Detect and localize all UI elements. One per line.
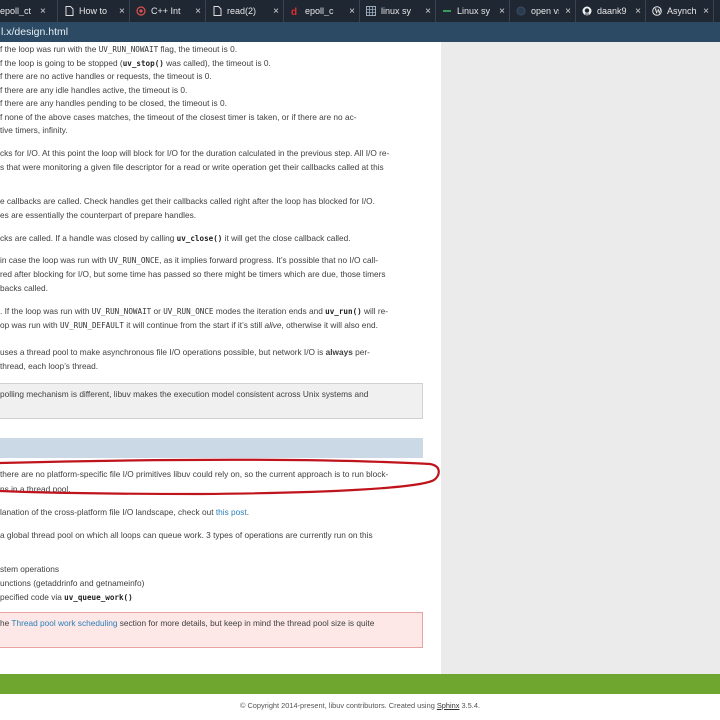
tab-how-to[interactable]: How to × xyxy=(58,0,130,22)
dash-icon xyxy=(442,6,452,16)
list-item: pecified code via uv_queue_work() xyxy=(0,592,133,602)
tab-cpp-int[interactable]: C++ Int × xyxy=(130,0,206,22)
text-line: ns in a thread pool. xyxy=(0,484,71,494)
text-line: e callbacks are called. Check handles ge… xyxy=(0,196,375,206)
svg-text:W: W xyxy=(654,8,661,16)
tab-asynchr[interactable]: W Asynchr × xyxy=(646,0,714,22)
text-line: lanation of the cross-platform file I/O … xyxy=(0,507,250,517)
tab-label: C++ Int xyxy=(151,6,181,16)
github-icon xyxy=(582,6,592,16)
address-bar[interactable]: l.x/design.html xyxy=(0,22,720,42)
text-line: f none of the above cases matches, the t… xyxy=(0,111,357,122)
globe-icon xyxy=(516,6,526,16)
thread-pool-scheduling-link[interactable]: Thread pool work scheduling xyxy=(11,618,117,628)
grid-icon xyxy=(366,6,376,16)
uv-close-code: uv_close() xyxy=(176,234,223,243)
tab-epoll-ctl-2[interactable]: d epoll_c × xyxy=(284,0,360,22)
text-line: a global thread pool on which all loops … xyxy=(0,530,373,540)
text-line: red after blocking for I/O, but some tim… xyxy=(0,269,386,279)
text-line: there are no platform-specific file I/O … xyxy=(0,469,389,479)
tab-read-2[interactable]: read(2) × xyxy=(206,0,284,22)
close-icon[interactable]: × xyxy=(703,6,709,17)
text-line: s that were monitoring a given file desc… xyxy=(0,162,384,172)
tab-label: epoll_ct xyxy=(0,6,32,16)
tab-label: Linux sy xyxy=(457,6,491,16)
uv-stop-code: uv_stop() xyxy=(122,58,164,68)
close-icon[interactable]: × xyxy=(40,6,46,17)
text-line: cks for I/O. At this point the loop will… xyxy=(0,148,390,158)
copyright-text: © Copyright 2014-present, libuv contribu… xyxy=(239,701,437,710)
url-text: l.x/design.html xyxy=(1,26,69,38)
this-post-link[interactable]: this post xyxy=(216,507,247,517)
warning-box: he Thread pool work scheduling section f… xyxy=(0,612,423,648)
text-line: tive timers, infinity. xyxy=(0,125,68,135)
text-line: thread, each loop’s thread. xyxy=(0,361,99,371)
tab-label: Asynchr xyxy=(667,6,698,16)
close-icon[interactable]: × xyxy=(425,6,431,17)
footer: © Copyright 2014-present, libuv contribu… xyxy=(0,694,720,720)
close-icon[interactable]: × xyxy=(565,6,571,17)
close-icon[interactable]: × xyxy=(499,6,505,17)
text-line: uses a thread pool to make asynchronous … xyxy=(0,347,370,357)
page-viewport[interactable]: f the loop was run with the UV_RUN_NOWAI… xyxy=(0,42,720,674)
sphinx-link[interactable]: Sphinx xyxy=(437,701,460,710)
version-text: 3.5.4. xyxy=(459,701,481,710)
cpp-icon xyxy=(136,6,146,16)
tab-label: epoll_c xyxy=(305,6,334,16)
tab-bar: epoll_ct × How to × C++ Int × read(2) × … xyxy=(0,0,720,22)
tab-label: daank9 xyxy=(597,6,627,16)
footer-green-bar xyxy=(0,674,720,694)
text-line: cks are called. If a handle was closed b… xyxy=(0,233,351,243)
close-icon[interactable]: × xyxy=(119,6,125,17)
note-box: polling mechanism is different, libuv ma… xyxy=(0,383,423,419)
close-icon[interactable]: × xyxy=(273,6,279,17)
text-line: f there are any idle handles active, the… xyxy=(0,84,188,95)
close-icon[interactable]: × xyxy=(349,6,355,17)
close-icon[interactable]: × xyxy=(635,6,641,17)
text-line: f there are any handles pending to be cl… xyxy=(0,98,227,108)
tab-label: read(2) xyxy=(227,6,257,16)
d-logo-icon: d xyxy=(290,6,300,16)
list-item: unctions (getaddrinfo and getnameinfo) xyxy=(0,578,145,588)
tab-linux-sy-2[interactable]: Linux sy × xyxy=(436,0,510,22)
wordpress-icon: W xyxy=(652,6,662,16)
tab-label: How to xyxy=(79,6,108,16)
page-icon xyxy=(212,6,222,16)
tab-overflow[interactable] xyxy=(714,0,720,22)
tab-daank9[interactable]: daank9 × xyxy=(576,0,646,22)
svg-text:d: d xyxy=(291,7,297,16)
tab-epoll-ctl[interactable]: epoll_ct × xyxy=(0,0,58,22)
tab-label: open vs xyxy=(531,6,559,16)
tab-linux-sy[interactable]: linux sy × xyxy=(360,0,436,22)
uv-queue-work-code: uv_queue_work() xyxy=(64,593,133,602)
close-icon[interactable]: × xyxy=(195,6,201,17)
text-line: in case the loop was run with UV_RUN_ONC… xyxy=(0,255,379,265)
text-line: op was run with UV_RUN_DEFAULT it will c… xyxy=(0,320,378,330)
warning-text: he Thread pool work scheduling section f… xyxy=(0,618,375,628)
tab-label: linux sy xyxy=(381,6,412,16)
tab-open-vs[interactable]: open vs × xyxy=(510,0,576,22)
note-text: polling mechanism is different, libuv ma… xyxy=(0,389,369,399)
text-line: backs called. xyxy=(0,283,48,293)
text-line: es are essentially the counterpart of pr… xyxy=(0,210,197,220)
text-line: f there are no active handles or request… xyxy=(0,71,212,81)
text-line: . If the loop was run with UV_RUN_NOWAIT… xyxy=(0,306,388,316)
uv-run-code: uv_run() xyxy=(325,307,362,316)
page-icon xyxy=(64,6,74,16)
document-content: f the loop was run with the UV_RUN_NOWAI… xyxy=(0,42,441,674)
list-item: stem operations xyxy=(0,564,60,574)
section-header-bar xyxy=(0,438,423,458)
